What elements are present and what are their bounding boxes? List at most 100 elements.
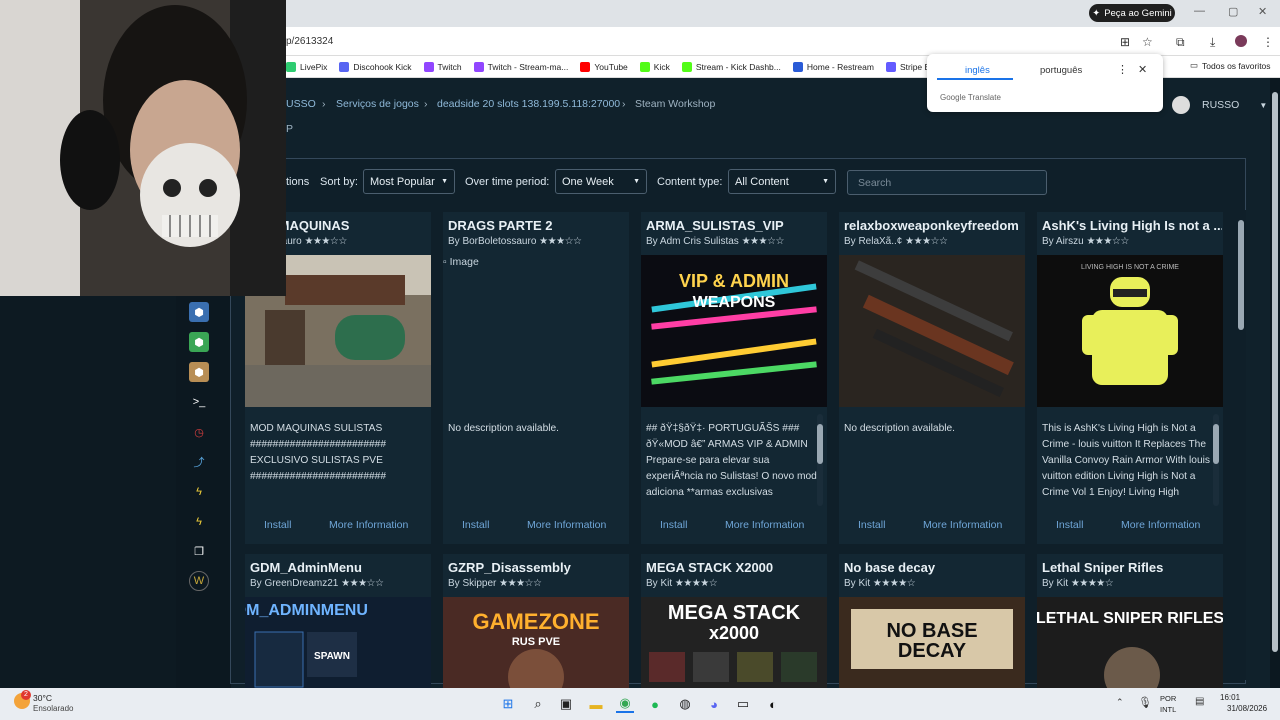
description-scroll-thumb[interactable] — [817, 424, 823, 464]
obs-icon[interactable]: ◍ — [676, 695, 694, 713]
unreal-icon[interactable]: ◐ — [764, 695, 782, 713]
close-window-icon[interactable]: ✕ — [1258, 5, 1267, 18]
minimize-icon[interactable]: — — [1194, 5, 1205, 17]
card-title[interactable]: Lethal Sniper Rifles — [1042, 560, 1222, 575]
bookmark-item[interactable]: Discohook Kick — [339, 61, 412, 72]
search-input[interactable]: Search — [847, 170, 1047, 195]
url-text[interactable]: p/2613324 — [286, 36, 333, 47]
description-scrollbar[interactable] — [817, 414, 823, 506]
install-button[interactable]: Install — [462, 519, 489, 531]
all-favorites[interactable]: ▭ Todos os favoritos — [1190, 60, 1271, 71]
period-select[interactable]: One Week ▼ — [555, 169, 647, 194]
description-scroll-thumb[interactable] — [1213, 424, 1219, 464]
spotify-icon[interactable]: ● — [646, 695, 664, 713]
more-information-link[interactable]: More Information — [1121, 519, 1200, 531]
w-logo-icon[interactable]: W — [189, 571, 209, 591]
gemini-button[interactable]: ✦ Peça ao Gemini — [1089, 4, 1175, 22]
download-icon[interactable]: ⤓ — [1210, 35, 1215, 50]
search-placeholder: Search — [858, 176, 892, 189]
breadcrumb-services[interactable]: Serviços de jogos — [336, 98, 419, 110]
card-thumbnail[interactable]: GAMEZONE RUS PVE — [443, 597, 629, 697]
weather-desc: Ensolarado — [33, 704, 74, 713]
card-title[interactable]: relaxboxweaponkeyfreedom — [844, 218, 1024, 233]
lightning-icon[interactable]: ϟ — [189, 482, 209, 502]
card-thumbnail[interactable]: MEGA STACKx2000 — [641, 597, 827, 697]
sidebar-game-icon-1[interactable]: ⬢ — [189, 302, 209, 322]
network-icon[interactable]: ▤ — [1195, 696, 1204, 707]
bookmark-favicon-icon — [580, 61, 591, 72]
card-title[interactable]: AshK's Living High Is not a ... — [1042, 218, 1222, 233]
chrome-icon[interactable]: ◉ — [616, 695, 634, 713]
translate-icon[interactable]: ⊞ — [1120, 35, 1130, 49]
clock-time[interactable]: 16:01 — [1220, 693, 1240, 702]
more-information-link[interactable]: More Information — [329, 519, 408, 531]
chart-icon[interactable]: ⤴ — [189, 452, 209, 472]
file-explorer-icon[interactable]: ▬ — [587, 695, 605, 713]
card-title[interactable]: DRAGS PARTE 2 — [448, 218, 628, 233]
panel-scrollbar[interactable] — [1238, 210, 1246, 680]
page-scrollbar[interactable] — [1270, 78, 1280, 688]
translate-more-icon[interactable]: ⋮ — [1117, 63, 1128, 76]
lightning-icon-2[interactable]: ϟ — [189, 512, 209, 532]
bookmark-item[interactable]: Stream - Kick Dashb... — [681, 61, 781, 72]
install-button[interactable]: Install — [660, 519, 687, 531]
bookmark-item[interactable]: Twitch - Stream-ma... — [473, 61, 568, 72]
rating-stars-icon: ★★★★☆ — [872, 578, 916, 589]
maximize-icon[interactable]: ▢ — [1228, 5, 1238, 18]
card-thumbnail[interactable]: NO BASEDECAY — [839, 597, 1025, 697]
chevron-down-icon: ▼ — [822, 178, 829, 185]
task-view-icon[interactable]: ▣ — [557, 695, 575, 713]
card-title[interactable]: GDM_AdminMenu — [250, 560, 430, 575]
sidebar-game-icon-2[interactable]: ⬢ — [189, 332, 209, 352]
microphone-icon[interactable]: 🎙 — [1138, 696, 1152, 709]
breadcrumb-user[interactable]: USSO — [286, 98, 316, 110]
card-title[interactable]: GZRP_Disassembly — [448, 560, 628, 575]
sidebar-game-icon-3[interactable]: ⬢ — [189, 362, 209, 382]
more-information-link[interactable]: More Information — [725, 519, 804, 531]
chat-icon[interactable]: ❐ — [189, 541, 209, 561]
bookmark-item[interactable]: LivePix — [286, 61, 327, 72]
card-title[interactable]: No base decay — [844, 560, 1024, 575]
content-select[interactable]: All Content ▼ — [728, 169, 836, 194]
card-thumbnail[interactable]: LIVING HIGH IS NOT A CRIME — [1037, 255, 1223, 407]
card-thumbnail[interactable]: LETHAL SNIPER RIFLES — [1037, 597, 1223, 697]
more-information-link[interactable]: More Information — [923, 519, 1002, 531]
card-thumbnail[interactable]: VIP & ADMIN WEAPONS — [641, 255, 827, 407]
install-button[interactable]: Install — [1056, 519, 1083, 531]
card-title[interactable]: ARMA_SULISTAS_VIP — [646, 218, 826, 233]
bookmark-star-icon[interactable]: ☆ — [1142, 35, 1153, 49]
card-thumbnail[interactable]: GDM_ADMINMENU SPAWN — [245, 597, 431, 697]
bookmark-favicon-icon — [286, 61, 296, 72]
sort-select[interactable]: Most Popular ▼ — [363, 169, 455, 194]
clock-icon[interactable]: ◷ — [189, 422, 209, 442]
breadcrumb-server[interactable]: deadside 20 slots 138.199.5.118:27000 — [437, 98, 620, 110]
bookmark-item[interactable]: Twitch — [423, 61, 462, 72]
page-scroll-thumb[interactable] — [1272, 92, 1278, 652]
search-icon[interactable]: ⌕ — [529, 695, 547, 713]
bookmark-item[interactable]: Home - Restream — [792, 61, 874, 72]
panel-scroll-thumb[interactable] — [1238, 220, 1244, 330]
bookmark-item[interactable]: Kick — [639, 61, 670, 72]
tray-chevron-icon[interactable]: ⌃ — [1116, 697, 1124, 708]
weather-temp[interactable]: 30°C — [33, 693, 52, 703]
extensions-icon[interactable]: ⧉ — [1176, 35, 1185, 50]
card-thumbnail[interactable] — [839, 255, 1025, 407]
start-icon[interactable]: ⊞ — [499, 695, 517, 713]
translate-lang-other[interactable]: português — [1040, 65, 1082, 76]
menu-dots-icon[interactable]: ⋮ — [1262, 35, 1274, 49]
more-information-link[interactable]: More Information — [527, 519, 606, 531]
bookmark-item[interactable]: YouTube — [580, 61, 628, 72]
terminal-app-icon[interactable]: ▭ — [734, 695, 752, 713]
description-scrollbar[interactable] — [1213, 414, 1219, 506]
translate-lang-selected[interactable]: inglês — [965, 65, 990, 76]
card-title[interactable]: MEGA STACK X2000 — [646, 560, 826, 575]
profile-avatar[interactable] — [1235, 35, 1247, 47]
terminal-icon[interactable]: >_ — [189, 392, 209, 412]
lang-top[interactable]: POR — [1160, 694, 1176, 703]
discord-icon[interactable]: ◕ — [705, 695, 723, 713]
translate-close-icon[interactable]: ✕ — [1138, 63, 1147, 76]
install-button[interactable]: Install — [858, 519, 885, 531]
card-author: By BorBoletossauro ★★★☆☆ — [448, 236, 582, 247]
user-menu[interactable]: RUSSO ▼ — [1172, 96, 1267, 114]
install-button[interactable]: Install — [264, 519, 291, 531]
